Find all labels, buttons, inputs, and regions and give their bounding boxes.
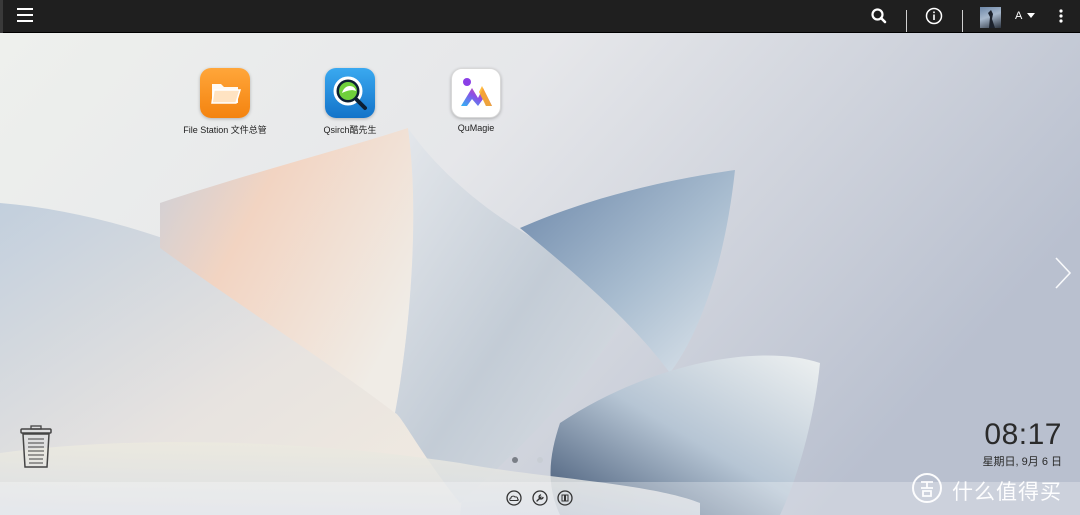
separator bbox=[962, 10, 963, 32]
cloud-icon[interactable] bbox=[506, 490, 522, 506]
app-qumagie[interactable]: QuMagie bbox=[421, 68, 531, 133]
watermark-text: 什么值得买 bbox=[952, 481, 1062, 504]
zhi-badge-icon bbox=[911, 472, 943, 504]
desktop-wallpaper bbox=[0, 33, 1080, 515]
hamburger-menu-icon[interactable] bbox=[12, 4, 38, 28]
app-qsirch[interactable]: Qsirch酷先生 bbox=[295, 68, 405, 136]
user-menu[interactable]: A bbox=[1015, 10, 1035, 22]
avatar[interactable] bbox=[980, 7, 1001, 28]
apps-icon[interactable] bbox=[557, 490, 573, 506]
info-icon[interactable] bbox=[923, 5, 945, 27]
wrench-icon[interactable] bbox=[532, 490, 548, 506]
clock-time: 08:17 bbox=[984, 418, 1062, 451]
app-file-station[interactable]: File Station 文件总管 bbox=[170, 68, 280, 136]
top-bar-edge bbox=[0, 0, 3, 33]
chevron-right-icon[interactable] bbox=[1052, 256, 1074, 295]
desktop-clock: 08:17 星期日, 9月 6 日 bbox=[983, 419, 1062, 469]
qumagie-icon bbox=[451, 68, 501, 118]
page-dot[interactable] bbox=[537, 457, 543, 463]
app-label: File Station 文件总管 bbox=[183, 125, 267, 135]
qsirch-icon bbox=[325, 68, 375, 118]
kebab-more-icon[interactable] bbox=[1052, 5, 1070, 27]
trash-icon[interactable] bbox=[18, 425, 54, 474]
folder-icon bbox=[200, 68, 250, 118]
app-label: QuMagie bbox=[457, 123, 495, 133]
separator bbox=[906, 10, 907, 32]
clock-date: 星期日, 9月 6 日 bbox=[982, 456, 1062, 468]
top-bar: A bbox=[0, 0, 1080, 33]
page-dot-active[interactable] bbox=[512, 457, 518, 463]
search-icon[interactable] bbox=[868, 5, 890, 27]
app-label: Qsirch酷先生 bbox=[323, 125, 377, 135]
user-initial: A bbox=[1015, 10, 1022, 22]
caret-down-icon bbox=[1026, 13, 1035, 19]
